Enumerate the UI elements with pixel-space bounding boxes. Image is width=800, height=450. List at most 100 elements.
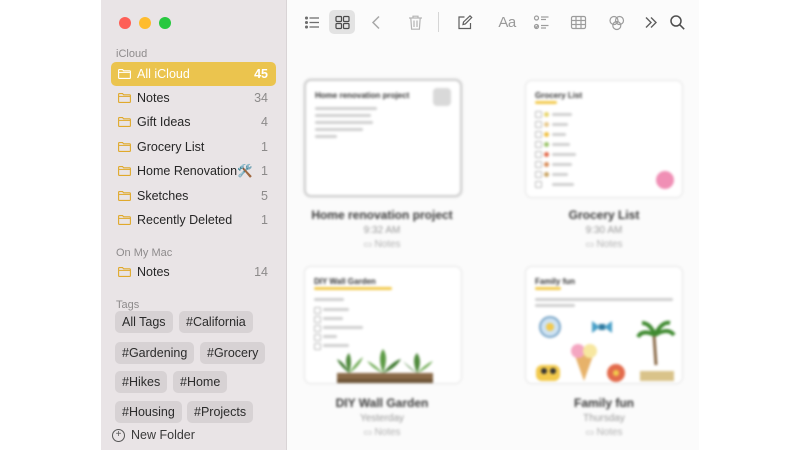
new-note-button[interactable]	[451, 10, 477, 34]
table-icon	[570, 15, 586, 29]
notes-gallery: Home renovation project Home renovation …	[287, 44, 699, 450]
sidebar-item-count: 14	[254, 265, 268, 279]
new-folder-button[interactable]: + New Folder	[112, 428, 195, 442]
sidebar-item-count: 34	[254, 91, 268, 105]
sidebar-item-label: Home Renovation🛠️	[137, 163, 253, 178]
note-meta-family-fun: Family fun Thursday Notes	[509, 396, 699, 438]
compose-icon	[457, 14, 473, 29]
sidebar: iCloud All iCloud 45 Notes 34 Gift Ideas…	[101, 0, 287, 450]
close-window-button[interactable]	[119, 17, 131, 29]
folder-icon	[118, 69, 131, 79]
sidebar-item-count: 5	[261, 189, 268, 203]
tag-gardening[interactable]: #Gardening	[115, 342, 195, 364]
pin-icon	[433, 88, 451, 106]
checklist-icon	[533, 14, 548, 29]
toolbar: Aa	[287, 0, 699, 44]
folder-icon	[118, 93, 131, 103]
note-meta-home-renovation: Home renovation project 9:32 AM Notes	[287, 208, 477, 250]
double-chevron-right-icon	[645, 16, 657, 28]
trash-icon	[408, 15, 422, 30]
tag-california[interactable]: #California	[179, 311, 253, 333]
sidebar-item-grocery-list[interactable]: Grocery List 1	[111, 135, 276, 159]
note-title: DIY Wall Garden	[335, 396, 429, 410]
note-card-grocery-list[interactable]: Grocery List	[525, 80, 683, 198]
plus-circle-icon: +	[112, 428, 125, 442]
note-preview-title: Family fun	[535, 277, 576, 286]
sidebar-item-count: 1	[261, 164, 268, 178]
note-time: 9:30 AM	[585, 225, 623, 236]
tags-section-label: Tags	[116, 299, 140, 311]
toolbar-separator	[438, 12, 439, 32]
folder-icon	[118, 191, 131, 201]
plants-illustration	[337, 349, 433, 383]
tag-home[interactable]: #Home	[173, 371, 228, 393]
sidebar-item-label: Gift Ideas	[137, 115, 191, 129]
note-folder: Notes	[287, 239, 477, 250]
note-title: Grocery List	[568, 208, 640, 222]
tag-projects[interactable]: #Projects	[187, 401, 254, 423]
folder-icon	[118, 142, 131, 152]
folder-icon	[118, 117, 131, 127]
avatar	[656, 171, 674, 189]
note-time: 9:32 AM	[363, 225, 401, 236]
sidebar-item-mac-notes[interactable]: Notes 14	[111, 260, 276, 284]
minimize-window-button[interactable]	[139, 17, 151, 29]
sidebar-item-home-renovation[interactable]: Home Renovation🛠️ 1	[111, 159, 276, 183]
note-meta-diy-wall-garden: DIY Wall Garden Yesterday Notes	[287, 396, 477, 438]
note-card-diy-wall-garden[interactable]: DIY Wall Garden	[304, 266, 462, 384]
note-card-family-fun[interactable]: Family fun	[525, 266, 683, 384]
sidebar-item-count: 1	[261, 140, 268, 154]
zoom-window-button[interactable]	[159, 17, 171, 29]
tag-grocery[interactable]: #Grocery	[200, 342, 266, 364]
table-button[interactable]	[565, 10, 591, 34]
chevron-left-icon	[371, 15, 380, 29]
list-icon	[304, 15, 319, 29]
tag-hikes[interactable]: #Hikes	[115, 371, 168, 393]
photo-icon	[608, 15, 624, 30]
sidebar-item-label: Notes	[137, 91, 170, 105]
note-time: Yesterday	[359, 413, 405, 424]
search-icon	[669, 14, 685, 30]
notes-window: iCloud All iCloud 45 Notes 34 Gift Ideas…	[101, 0, 699, 450]
sidebar-item-count: 45	[254, 67, 268, 81]
sidebar-item-all-icloud[interactable]: All iCloud 45	[111, 62, 276, 86]
sidebar-item-count: 1	[261, 213, 268, 227]
delete-button[interactable]	[402, 10, 428, 34]
sidebar-item-label: All iCloud	[137, 67, 190, 81]
sidebar-item-notes[interactable]: Notes 34	[111, 86, 276, 110]
grid-icon	[334, 15, 350, 29]
sidebar-item-gift-ideas[interactable]: Gift Ideas 4	[111, 110, 276, 134]
note-card-home-renovation[interactable]: Home renovation project	[304, 79, 462, 197]
search-button[interactable]	[664, 10, 690, 34]
sidebar-item-label: Grocery List	[137, 140, 205, 154]
format-text-icon: Aa	[498, 13, 516, 31]
sidebar-item-count: 4	[261, 115, 268, 129]
sidebar-item-label: Recently Deleted	[137, 213, 233, 227]
sidebar-item-sketches[interactable]: Sketches 5	[111, 184, 276, 208]
window-controls	[119, 17, 171, 29]
format-button[interactable]: Aa	[492, 10, 522, 34]
note-folder: Notes	[509, 427, 699, 438]
icloud-section-label: iCloud	[116, 48, 148, 60]
tag-all-tags[interactable]: All Tags	[115, 311, 173, 333]
gallery-view-button[interactable]	[329, 10, 355, 34]
list-view-button[interactable]	[299, 10, 325, 34]
note-title: Home renovation project	[311, 208, 453, 222]
stickers-illustration	[536, 316, 676, 382]
sidebar-item-label: Notes	[137, 265, 170, 279]
checklist-button[interactable]	[528, 10, 554, 34]
folder-icon	[118, 267, 131, 277]
media-button[interactable]	[603, 10, 629, 34]
sidebar-item-label: Sketches	[137, 189, 189, 203]
tag-housing[interactable]: #Housing	[115, 401, 182, 423]
note-folder: Notes	[509, 239, 699, 250]
note-folder: Notes	[287, 427, 477, 438]
note-preview-title: DIY Wall Garden	[314, 277, 376, 286]
note-meta-grocery-list: Grocery List 9:30 AM Notes	[509, 208, 699, 250]
new-folder-label: New Folder	[131, 428, 195, 442]
note-preview-title: Grocery List	[535, 91, 583, 100]
more-tools-button[interactable]	[637, 10, 663, 34]
sidebar-item-recently-deleted[interactable]: Recently Deleted 1	[111, 208, 276, 232]
back-button[interactable]	[363, 10, 389, 34]
folder-icon	[118, 166, 131, 176]
